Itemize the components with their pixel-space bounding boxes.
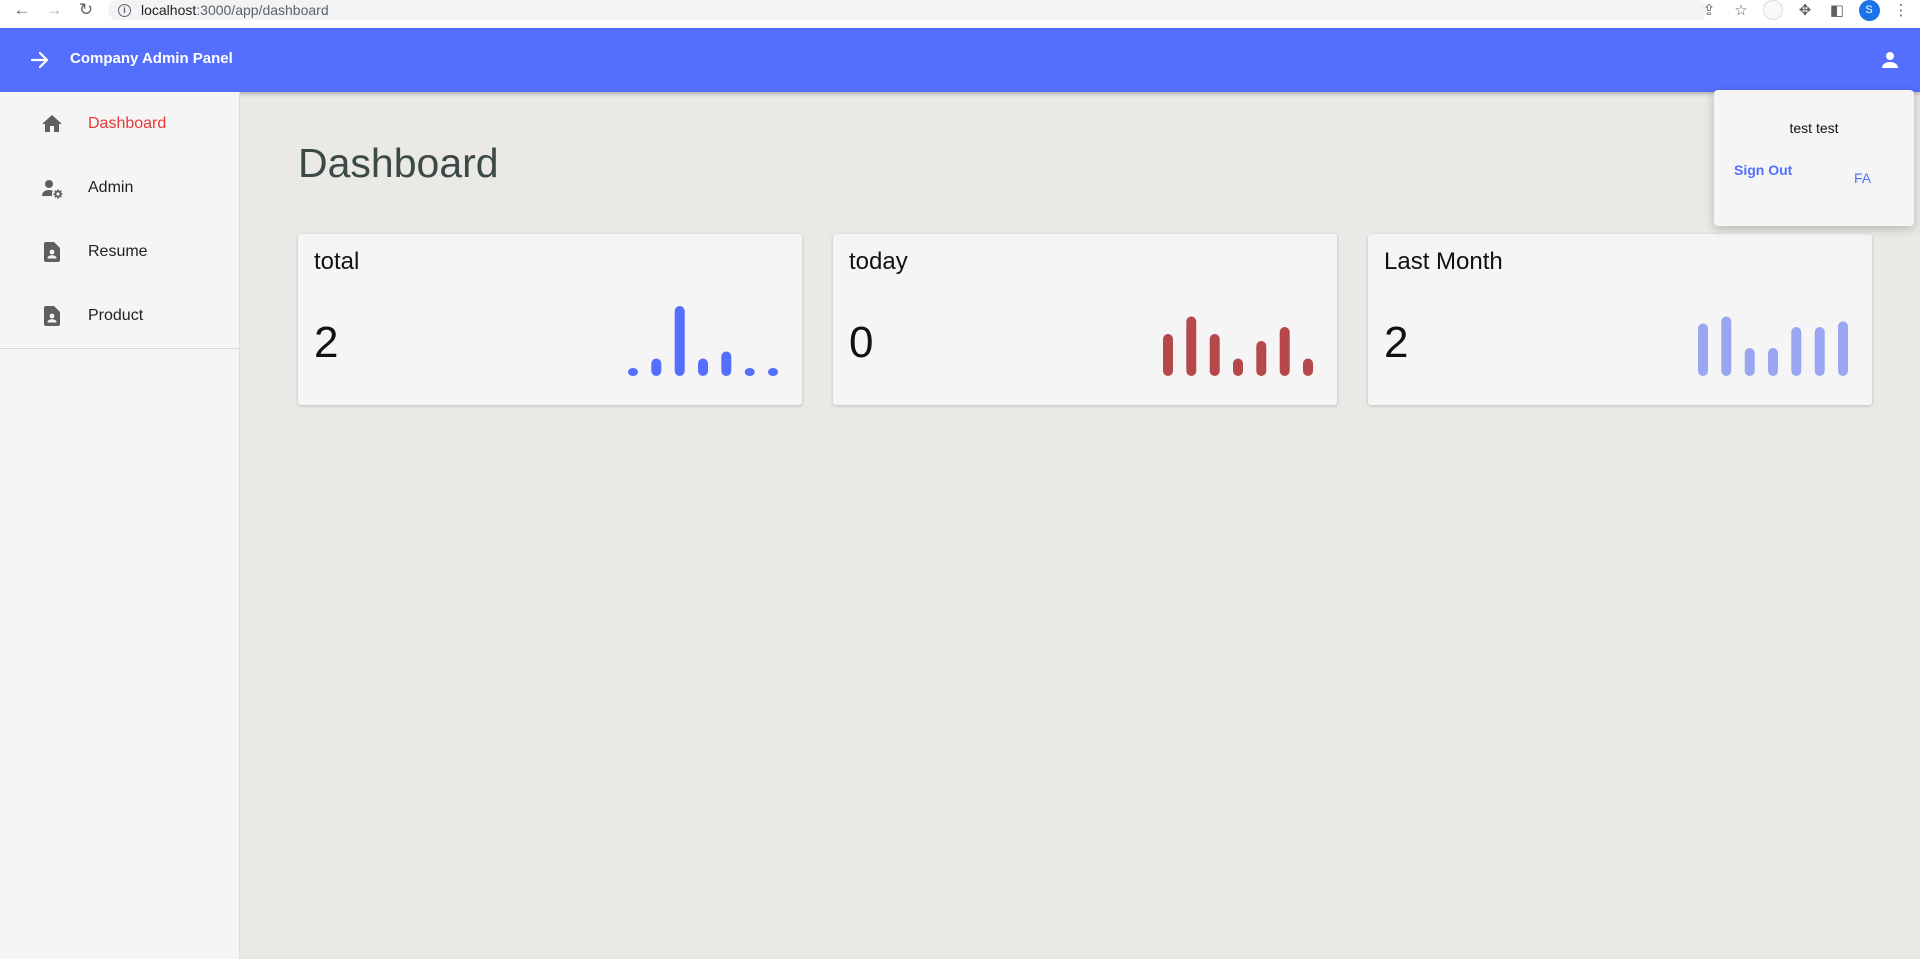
extension-icon[interactable] (1758, 0, 1788, 20)
sidebar-item-resume[interactable]: Resume (0, 220, 239, 284)
card-value: 2 (314, 318, 339, 367)
sidebar-item-dashboard[interactable]: Dashboard (0, 92, 239, 156)
browser-actions: ⇪ ☆ ✥ ◧ S ⋮ (1694, 0, 1920, 21)
star-icon[interactable]: ☆ (1726, 0, 1756, 20)
chart-bar (744, 368, 755, 376)
chart-bar (674, 306, 685, 376)
chart-bar (1279, 327, 1290, 376)
user-name: test test (1789, 120, 1839, 136)
chart-bar (1791, 327, 1802, 376)
forward-arrow-icon[interactable]: → (40, 0, 68, 24)
address-bar[interactable]: i localhost:3000/app/dashboard (108, 0, 1708, 20)
chart-bar (1163, 334, 1173, 376)
sidebar-item-label: Admin (88, 179, 134, 196)
card-title: Last Month (1384, 248, 1503, 275)
stat-card-today: today 0 (833, 234, 1337, 405)
sidebar-item-label: Product (88, 307, 144, 324)
sparkline-chart (1698, 316, 1848, 376)
url-text: localhost:3000/app/dashboard (141, 2, 329, 18)
profile-avatar[interactable]: S (1854, 0, 1884, 21)
sparkline-chart (1163, 316, 1313, 376)
document-person-icon (44, 242, 60, 262)
arrow-right-icon[interactable] (28, 48, 52, 72)
side-panel-icon[interactable]: ◧ (1822, 0, 1852, 20)
info-icon[interactable]: i (118, 3, 131, 17)
chart-bar (1768, 348, 1778, 376)
card-value: 2 (1384, 318, 1409, 367)
chart-bar (768, 368, 778, 376)
puzzle-icon[interactable]: ✥ (1790, 0, 1820, 20)
home-icon (42, 115, 62, 132)
user-cog-icon (42, 180, 63, 199)
stat-card-last-month: Last Month 2 (1368, 234, 1872, 405)
back-arrow-icon[interactable]: ← (8, 0, 36, 24)
chart-bar (1744, 348, 1755, 376)
page-title: Dashboard (298, 140, 499, 186)
card-value: 0 (849, 318, 874, 367)
share-icon[interactable]: ⇪ (1694, 0, 1724, 20)
chart-bar (1256, 341, 1267, 376)
app-header: Company Admin Panel (0, 28, 1920, 92)
account-icon[interactable] (1878, 48, 1902, 72)
language-toggle[interactable]: FA (1854, 170, 1871, 186)
chart-bar (1303, 358, 1313, 376)
app-title: Company Admin Panel (70, 50, 233, 67)
chart-bar (628, 368, 638, 376)
chart-bar (1814, 327, 1825, 376)
browser-toolbar: ← → ↻ i localhost:3000/app/dashboard ⇪ ☆… (0, 0, 1920, 28)
kebab-menu-icon[interactable]: ⋮ (1886, 0, 1916, 20)
sidebar-item-label: Resume (88, 243, 148, 260)
document-person-icon (44, 306, 60, 326)
reload-icon[interactable]: ↻ (72, 0, 100, 24)
chart-bar (1186, 316, 1197, 376)
chart-bar (1209, 334, 1220, 376)
sign-out-button[interactable]: Sign Out (1734, 162, 1792, 178)
user-menu-popover: test test Sign Out FA (1714, 90, 1914, 226)
card-title: today (849, 248, 908, 275)
card-title: total (314, 248, 360, 275)
sidebar-item-product[interactable]: Product (0, 284, 239, 348)
chart-bar (1838, 321, 1848, 376)
sidebar-item-label: Dashboard (88, 115, 167, 132)
chart-bar (1233, 358, 1243, 376)
chart-bar (1721, 316, 1732, 376)
stat-card-total: total 2 (298, 234, 802, 405)
sidebar-item-admin[interactable]: Admin (0, 156, 239, 220)
chart-bar (651, 358, 662, 376)
sidebar: Dashboard Admin Resume Product (0, 92, 240, 959)
sparkline-chart (628, 306, 778, 376)
chart-bar (698, 358, 708, 376)
chart-bar (721, 351, 732, 376)
chart-bar (1698, 323, 1708, 376)
sidebar-menu: Dashboard Admin Resume Product (0, 92, 239, 349)
